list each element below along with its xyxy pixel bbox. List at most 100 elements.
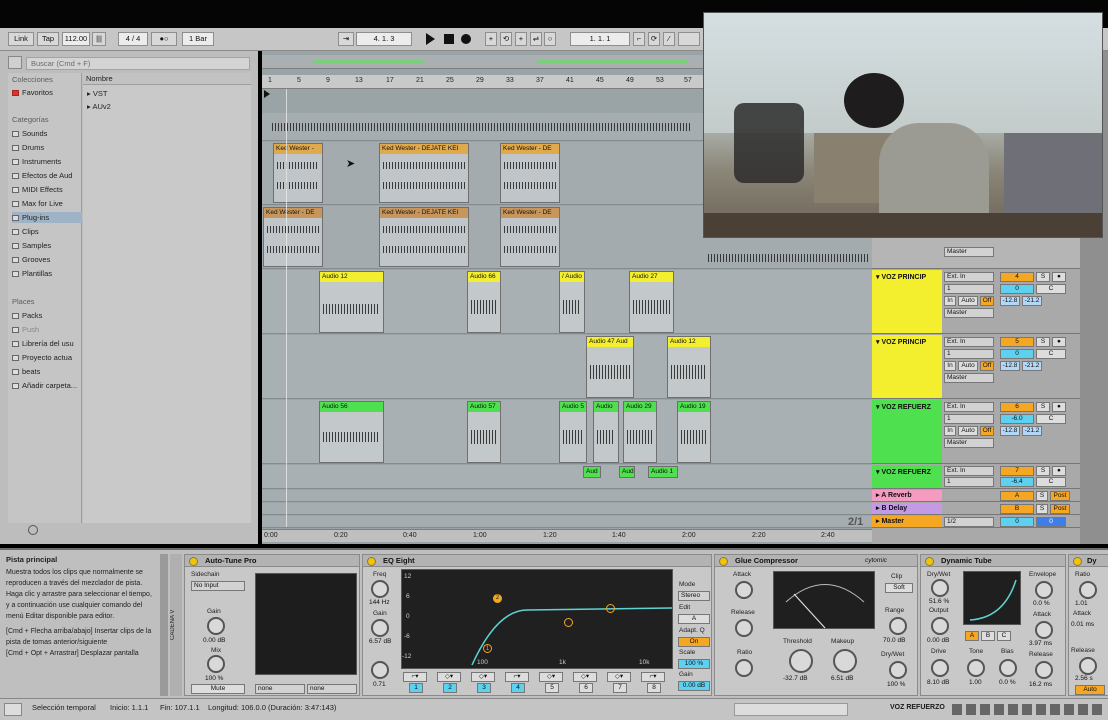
list-item-auv2[interactable]: ▸ AUv2 xyxy=(87,101,157,112)
search-input[interactable]: Buscar (Cmd + F) xyxy=(26,57,250,70)
drywet-knob[interactable] xyxy=(889,661,907,679)
sidebar-item-drums[interactable]: Drums xyxy=(12,142,82,153)
monitor-auto-button[interactable]: Auto xyxy=(958,361,978,371)
input-channel-select[interactable]: 1 xyxy=(944,414,994,424)
track-header[interactable]: ▾ VOZ REFUERZ xyxy=(872,465,942,488)
output-select[interactable]: Master xyxy=(944,308,994,318)
tube-b-button[interactable]: B xyxy=(981,631,995,641)
eq-band-1-handle[interactable]: 1 xyxy=(483,644,492,653)
monitor-off-button[interactable]: Off xyxy=(980,296,994,306)
track-header[interactable]: ▸ Master xyxy=(872,516,942,527)
power-icon[interactable] xyxy=(719,557,728,566)
sidebar-item-user-library[interactable]: Librería del usu xyxy=(12,338,82,349)
sidebar-item-favoritos[interactable]: Favoritos xyxy=(12,87,82,98)
loop-start-field[interactable]: 1. 1. 1 xyxy=(570,32,630,46)
auto-release-button[interactable]: Auto xyxy=(1075,685,1105,695)
mini-track-selector[interactable] xyxy=(952,704,1102,715)
audio-clip[interactable]: Ked Wester - DE xyxy=(263,207,323,267)
track-lane-voz-principal-2[interactable]: Audio 47 Aud Audio 12 xyxy=(262,335,872,399)
sidebar-item-add-folder[interactable]: Añadir carpeta... xyxy=(12,380,82,391)
sidebar-item-current-project[interactable]: Proyecto actua xyxy=(12,352,82,363)
track-lane-voz-refuerzo-2[interactable]: Aud Aud Audio 1 xyxy=(262,465,872,489)
output-knob[interactable] xyxy=(931,617,949,635)
device-title[interactable]: Auto-Tune Pro xyxy=(185,555,359,567)
input-type-select[interactable]: Ext. In xyxy=(944,466,994,476)
sidebar-item-max-for-live[interactable]: Max for Live xyxy=(12,198,82,209)
sidebar-item-beats[interactable]: beats xyxy=(12,366,82,377)
audio-clip[interactable]: Audio 56 xyxy=(319,401,384,463)
automation-arm-icon[interactable]: ⟲ xyxy=(500,32,512,46)
arm-icon[interactable]: ● xyxy=(1052,337,1066,347)
track-activator[interactable]: 4 xyxy=(1000,272,1034,282)
device-title[interactable]: Dynamic Tube xyxy=(921,555,1065,567)
punch-in-icon[interactable]: ⌐ xyxy=(633,32,645,46)
volume-field[interactable]: 0 xyxy=(1000,349,1034,359)
band-filter-select[interactable]: ◇▾ xyxy=(471,672,495,682)
q-knob[interactable] xyxy=(371,661,389,679)
output-gain-field[interactable]: 0.00 dB xyxy=(678,681,710,691)
power-icon[interactable] xyxy=(367,557,376,566)
volume-field[interactable]: -6.0 xyxy=(1000,414,1034,424)
sidebar-item-midi-effects[interactable]: MIDI Effects xyxy=(12,184,82,195)
threshold-knob[interactable] xyxy=(789,649,813,673)
adapt-q-toggle[interactable]: On xyxy=(678,637,710,647)
track-header[interactable]: ▾ VOZ REFUERZ xyxy=(872,400,942,463)
audio-clip[interactable]: Audio 1 xyxy=(648,466,678,478)
sidebar-item-packs[interactable]: Packs xyxy=(12,310,82,321)
sidebar-item-plug-ins[interactable]: Plug-ins xyxy=(12,212,82,223)
input-type-select[interactable]: Ext. In xyxy=(944,402,994,412)
stop-icon[interactable] xyxy=(444,34,454,44)
master-pan-field[interactable]: 0 xyxy=(1036,517,1066,527)
post-button[interactable]: Post xyxy=(1050,491,1070,501)
monitor-in-button[interactable]: In xyxy=(944,296,956,306)
audio-clip[interactable]: Ked Wester - xyxy=(273,143,323,203)
monitor-auto-button[interactable]: Auto xyxy=(958,426,978,436)
audio-clip[interactable]: Ked Wester - DEJATE KEI xyxy=(379,207,469,267)
play-icon[interactable] xyxy=(426,33,435,45)
audio-clip[interactable]: Audio 47 Aud xyxy=(586,336,634,398)
monitor-auto-button[interactable]: Auto xyxy=(958,296,978,306)
track-activator[interactable]: 6 xyxy=(1000,402,1034,412)
record-icon[interactable] xyxy=(461,34,471,44)
solo-button[interactable]: S xyxy=(1036,466,1050,476)
pan-field[interactable]: C xyxy=(1036,284,1066,294)
band-toggle[interactable]: 8 xyxy=(647,683,661,693)
audio-clip[interactable]: Audio 29 xyxy=(623,401,657,463)
attack-knob[interactable] xyxy=(735,581,753,599)
track-lane-voz-refuerzo-1[interactable]: Audio 56 Audio 57 Audio 5 Audio Audio 29… xyxy=(262,400,872,464)
audio-clip[interactable]: Aud xyxy=(583,466,601,478)
status-toggle-icon[interactable] xyxy=(4,703,22,716)
link-button[interactable]: Link xyxy=(8,32,34,46)
output-select[interactable]: Master xyxy=(944,373,994,383)
drywet-knob[interactable] xyxy=(931,579,949,597)
scale-field[interactable]: 100 % xyxy=(678,659,710,669)
signature-field[interactable]: 4 / 4 xyxy=(118,32,148,46)
volume-field[interactable]: -6.4 xyxy=(1000,477,1034,487)
output-select[interactable]: Master xyxy=(944,438,994,448)
metronome-icon[interactable]: ●○ xyxy=(151,32,177,46)
attack-knob[interactable] xyxy=(1035,621,1053,639)
sidebar-item-grooves[interactable]: Grooves xyxy=(12,254,82,265)
add-icon[interactable]: + xyxy=(485,32,497,46)
ratio-knob[interactable] xyxy=(1079,581,1097,599)
monitor-off-button[interactable]: Off xyxy=(980,361,994,371)
eq-display[interactable]: 2 1 12 6 0 -6 -12 100 1k 10k xyxy=(401,569,673,669)
input-channel-select[interactable]: 1 xyxy=(944,477,994,487)
eq-band-3-handle[interactable] xyxy=(564,618,573,627)
mute-button[interactable]: Mute xyxy=(191,684,245,694)
audio-clip[interactable]: / Audio xyxy=(559,271,585,333)
time-ruler[interactable]: 0:00 0:20 0:40 1:00 1:20 1:40 2:00 2:20 … xyxy=(262,529,872,542)
sidechain-source-select[interactable]: none xyxy=(255,684,305,694)
audio-clip[interactable]: Audio 57 xyxy=(467,401,501,463)
quantize-select[interactable]: 1 Bar xyxy=(182,32,214,46)
audio-clip[interactable]: Audio 27 xyxy=(629,271,674,333)
browser-toggle-icon[interactable] xyxy=(8,56,22,69)
track-activator[interactable]: 7 xyxy=(1000,466,1034,476)
mix-knob[interactable] xyxy=(207,655,225,673)
monitor-in-button[interactable]: In xyxy=(944,426,956,436)
edit-a-button[interactable]: A xyxy=(678,614,710,624)
audio-clip[interactable]: Audio 19 xyxy=(677,401,711,463)
band-toggle[interactable]: 4 xyxy=(511,683,525,693)
track-header[interactable]: ▸ A Reverb xyxy=(872,490,942,501)
sidebar-item-samples[interactable]: Samples xyxy=(12,240,82,251)
